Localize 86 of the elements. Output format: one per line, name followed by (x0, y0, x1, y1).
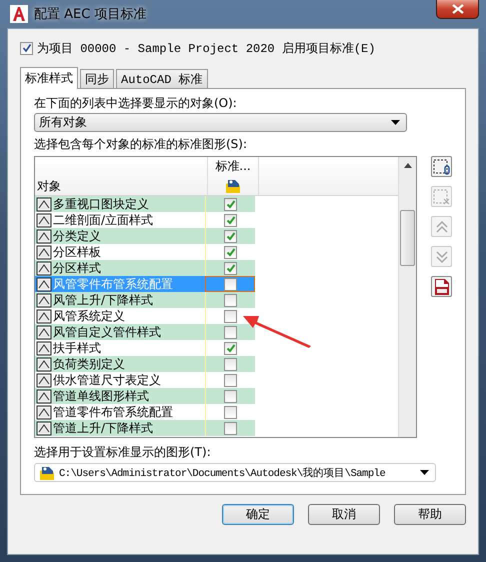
checkbox[interactable] (224, 198, 237, 210)
object-name: 风管自定义管件样式 (53, 324, 162, 340)
object-name: 风管系统定义 (53, 308, 126, 324)
attach-button[interactable] (431, 156, 452, 177)
object-type-icon (36, 244, 52, 260)
attach-icon (432, 158, 450, 174)
object-type-icon (36, 404, 52, 420)
object-name: 管道上升/下降样式 (53, 420, 154, 436)
double-down-icon (434, 248, 450, 264)
object-type-icon (36, 324, 52, 340)
object-name: 负荷类别定义 (53, 356, 126, 372)
close-button[interactable] (436, 0, 479, 19)
object-type-icon (36, 372, 52, 388)
object-name: 管道单线图形样式 (53, 388, 150, 404)
dialog-button[interactable]: 确定 (222, 504, 294, 525)
checkbox[interactable] (224, 230, 237, 242)
dialog-button[interactable]: 取消 (308, 504, 380, 525)
list-row[interactable]: 分区样式 (35, 260, 398, 276)
checkbox[interactable] (224, 326, 237, 338)
object-name: 风管上升/下降样式 (53, 292, 154, 308)
checkbox[interactable] (224, 422, 237, 434)
object-type-icon (36, 340, 52, 356)
vertical-scrollbar[interactable] (398, 157, 416, 437)
object-type-icon (36, 308, 52, 324)
object-type-icon (36, 356, 52, 372)
object-type-icon (36, 228, 52, 244)
checkbox[interactable] (224, 342, 237, 354)
checkbox[interactable] (224, 374, 237, 386)
checkbox[interactable] (224, 310, 237, 322)
app-logo-icon (10, 5, 28, 23)
close-icon (452, 4, 464, 14)
checkbox[interactable] (20, 42, 33, 54)
list-row[interactable]: 分类定义 (35, 228, 398, 244)
checkbox[interactable] (224, 358, 237, 370)
double-up-icon (434, 218, 450, 234)
checkbox[interactable] (224, 246, 237, 258)
column-header[interactable]: 对象 (35, 177, 207, 195)
dialog-button[interactable]: 帮助 (394, 504, 466, 525)
object-type-icon (36, 276, 52, 292)
field-label: 选择包含每个对象的标准的标准图形(S): (34, 136, 248, 152)
checkbox[interactable] (224, 294, 237, 306)
checkbox[interactable] (224, 390, 237, 402)
checkbox[interactable] (224, 278, 236, 290)
checkbox[interactable] (224, 214, 237, 226)
caret-icon (391, 120, 400, 125)
list-row[interactable]: 管道单线图形样式 (35, 388, 398, 404)
scroll-up-icon (404, 163, 412, 168)
object-name: 多重视口图块定义 (53, 196, 150, 212)
tab[interactable]: 标准样式 (20, 67, 78, 89)
tab[interactable]: 同步 (80, 69, 114, 88)
column-header[interactable]: 标准... (215, 158, 251, 176)
remove-icon (432, 188, 450, 204)
object-name: 分类定义 (53, 228, 102, 244)
object-type-icon (36, 420, 52, 436)
tab[interactable]: AutoCAD 标准 (116, 69, 208, 88)
field-label: 在下面的列表中选择要显示的对象(O): (34, 95, 238, 111)
object-type-icon (36, 260, 52, 276)
checkbox-label: 为项目 00000 - Sample Project 2020 启用项目标准(E) (37, 40, 376, 56)
object-name: 供水管道尺寸表定义 (53, 372, 162, 388)
list-row[interactable]: 风管上升/下降样式 (35, 292, 398, 308)
object-type-icon (36, 212, 52, 228)
object-name: 扶手样式 (53, 340, 102, 356)
object-name: 二维剖面/立面样式 (53, 212, 154, 228)
object-type-icon (36, 388, 52, 404)
scroll-thumb[interactable] (400, 210, 415, 266)
object-type-icon (36, 292, 52, 308)
object-type-icon (36, 196, 52, 212)
checkbox[interactable] (224, 406, 237, 418)
checkbox[interactable] (224, 262, 237, 274)
list-row[interactable]: 负荷类别定义 (35, 356, 398, 372)
drawing-file-icon (39, 464, 55, 480)
object-name: 管道零件布管系统配置 (53, 404, 174, 420)
window-title: 配置 AEC 项目标准 (34, 6, 146, 23)
export-button[interactable] (431, 276, 452, 297)
drawing-dropdown[interactable]: C:\Users\Administrator\Documents\Autodesk\我的项目\Sample (34, 463, 436, 482)
object-name: 风管零件布管系统配置 (53, 276, 174, 292)
object-name: 分区样式 (53, 260, 102, 276)
list-row[interactable]: 管道上升/下降样式 (35, 420, 398, 436)
list-row[interactable]: 风管自定义管件样式 (35, 324, 398, 340)
file-icon (434, 278, 450, 296)
field-label: 选择用于设置标准显示的图形(T): (34, 444, 212, 460)
object-name: 分区样板 (53, 244, 102, 260)
caret-icon (420, 470, 429, 475)
list-row[interactable]: 多重视口图块定义 (35, 196, 398, 212)
object-dropdown[interactable]: 所有对象 (34, 113, 407, 132)
drawing-file-icon (225, 178, 241, 194)
